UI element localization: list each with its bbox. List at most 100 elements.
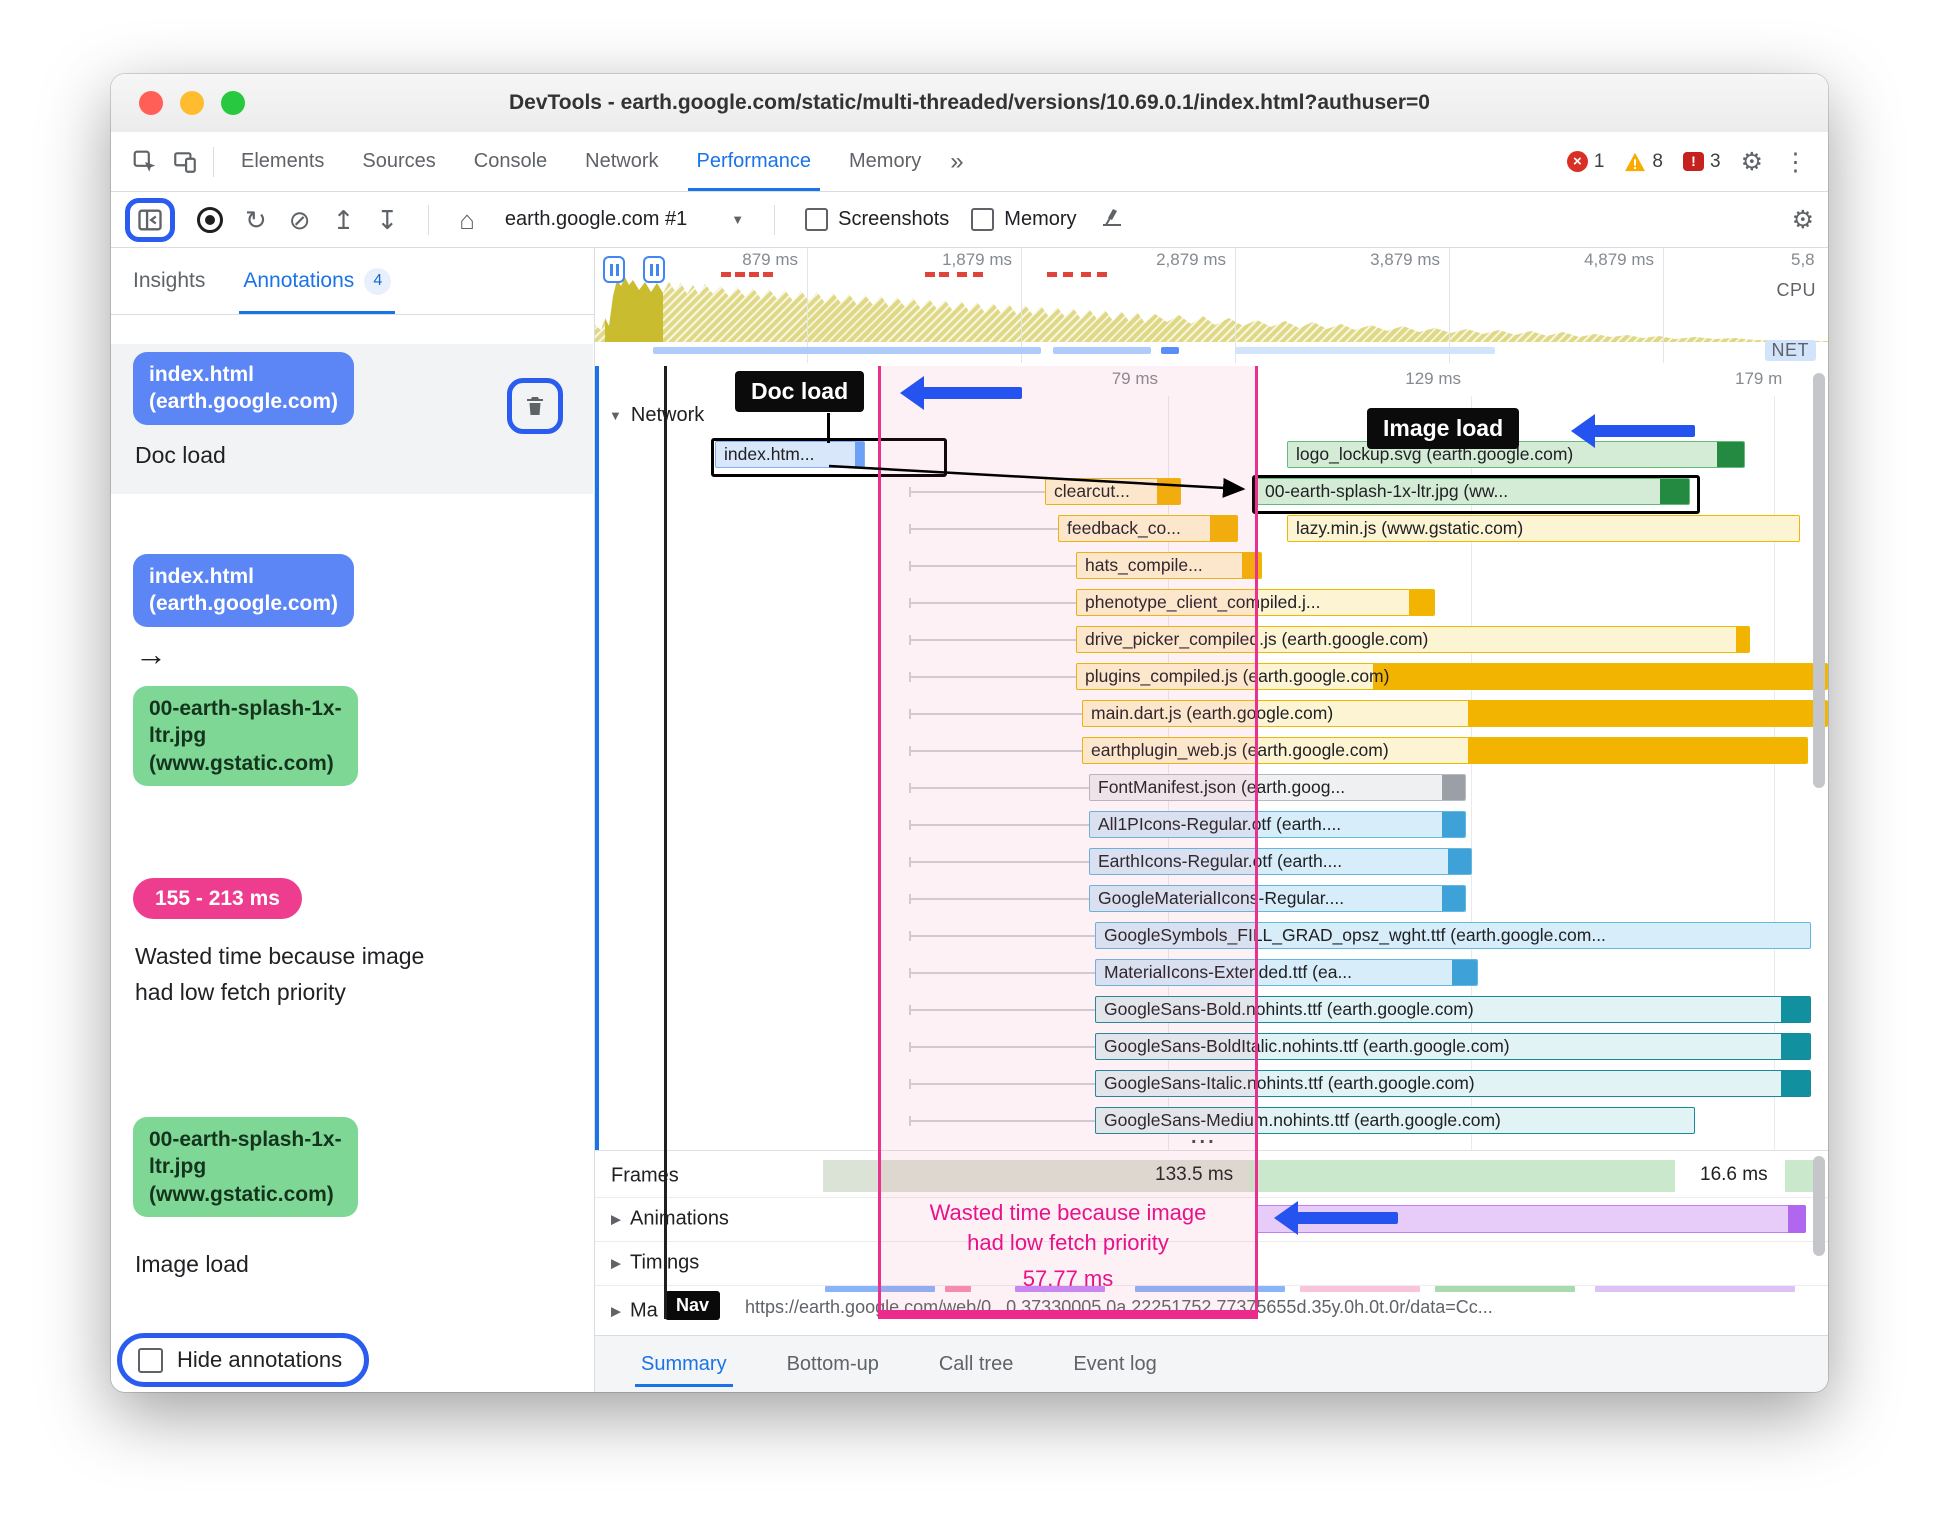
device-toolbar-icon[interactable] [165, 142, 205, 182]
main-thread-activity-chip [1435, 1286, 1575, 1292]
tracks-scrollbar[interactable] [1813, 1156, 1825, 1256]
annotation-chip-splash-image[interactable]: 00-earth-splash-1x- ltr.jpg (www.gstatic… [133, 686, 358, 786]
network-track-header[interactable]: ▼ Network [609, 404, 704, 427]
target-selector[interactable]: earth.google.com #1 ▼ [505, 208, 744, 231]
animations-track-label[interactable]: ▶ Animations [611, 1208, 729, 1231]
main-thread-track[interactable]: ▶ Ma Nav https://earth.google.com/web/0..… [595, 1285, 1828, 1337]
tab-network[interactable]: Network [566, 132, 677, 191]
tab-console[interactable]: Console [455, 132, 566, 191]
memory-checkbox[interactable] [971, 208, 995, 231]
network-request-bar[interactable]: hats_compile... [1076, 552, 1262, 579]
target-selector-value: earth.google.com #1 [504, 208, 688, 230]
tab-elements[interactable]: Elements [222, 132, 343, 191]
annotation-entry-image-load[interactable]: 00-earth-splash-1x- ltr.jpg (www.gstatic… [111, 1111, 593, 1301]
network-request-bar[interactable]: GoogleSans-Medium.nohints.ttf (earth.goo… [1095, 1107, 1695, 1134]
window-handle-left[interactable] [603, 256, 625, 283]
image-load-annotation-label[interactable]: Image load [1367, 408, 1520, 449]
screenshots-checkbox[interactable] [805, 208, 829, 231]
annotation-frame [1252, 475, 1700, 514]
network-request-bar[interactable]: clearcut... [1045, 478, 1181, 505]
tab-bottom-up[interactable]: Bottom-up [787, 1336, 879, 1392]
net-activity-bar [1053, 347, 1151, 354]
home-icon[interactable]: ⌂ [459, 207, 475, 233]
network-request-bar[interactable]: earthplugin_web.js (earth.google.com) [1082, 737, 1808, 764]
toggle-sidebar-icon[interactable] [136, 206, 164, 234]
doc-load-annotation-label[interactable]: Doc load [735, 371, 865, 412]
network-request-bar[interactable]: drive_picker_compiled.js (earth.google.c… [1076, 626, 1750, 653]
tab-annotations[interactable]: Annotations 4 [239, 248, 396, 314]
timings-track-label[interactable]: ▶ Timings [611, 1252, 699, 1275]
settings-gear-icon[interactable]: ⚙ [1741, 147, 1763, 177]
issues-badge[interactable]: ! 3 [1683, 151, 1721, 173]
animations-track[interactable]: ▶ Animations [595, 1197, 1828, 1242]
network-request-bar[interactable]: All1PIcons-Regular.otf (earth.... [1089, 811, 1466, 838]
annotation-entry-doc-load[interactable]: index.html (earth.google.com) Doc load [111, 344, 593, 494]
network-waterfall[interactable]: ▼ Network ... index.htm... logo_lockup.sv… [595, 396, 1828, 1150]
frames-track[interactable]: Frames 133.5 ms 16.6 ms [595, 1155, 1828, 1198]
timings-track[interactable]: ▶ Timings [595, 1241, 1828, 1286]
request-whisker [909, 820, 1089, 830]
capture-settings-gear-icon[interactable]: ⚙ [1792, 205, 1814, 235]
tab-sources[interactable]: Sources [343, 132, 454, 191]
devtools-tabbar: Elements Sources Console Network Perform… [111, 132, 1828, 192]
frame-bar[interactable] [1249, 1160, 1675, 1192]
screenshots-checkbox-row[interactable]: Screenshots [805, 208, 949, 231]
trash-icon[interactable] [523, 393, 547, 419]
window-handle-right[interactable] [643, 256, 665, 283]
network-request-bar[interactable]: EarthIcons-Regular.otf (earth.... [1089, 848, 1472, 875]
network-request-bar[interactable]: feedback_co... [1058, 515, 1238, 542]
kebab-menu-icon[interactable]: ⋮ [1783, 147, 1808, 177]
overview-strip[interactable]: CPU NET 879 ms 1,879 ms 2,879 ms 3,879 ms 4,… [595, 248, 1828, 364]
download-profile-icon[interactable]: ↧ [376, 207, 398, 233]
clear-icon[interactable]: ⊘ [289, 207, 311, 233]
long-task-marker [939, 272, 949, 277]
animation-bar[interactable] [1256, 1205, 1806, 1233]
network-request-bar[interactable]: phenotype_client_compiled.j... [1076, 589, 1435, 616]
inspect-element-icon[interactable] [125, 142, 165, 182]
annotation-entry-time-range[interactable]: 155 - 213 ms Wasted time because image h… [111, 872, 593, 1072]
more-tabs-icon[interactable]: » [940, 148, 973, 176]
upload-profile-icon[interactable]: ↥ [333, 207, 355, 233]
net-activity-bar [1235, 347, 1495, 354]
reload-record-icon[interactable]: ↻ [245, 207, 267, 233]
tab-memory[interactable]: Memory [830, 132, 940, 191]
hide-annotations-checkbox[interactable] [138, 1347, 163, 1373]
waterfall-scrollbar[interactable] [1813, 373, 1825, 788]
tab-insights[interactable]: Insights [133, 248, 205, 314]
main-track-label[interactable]: ▶ Ma [611, 1300, 658, 1323]
request-bar-cap [1717, 442, 1744, 467]
frame-duration: 16.6 ms [1700, 1164, 1768, 1185]
network-request-bar[interactable]: MaterialIcons-Extended.ttf (ea... [1095, 959, 1478, 986]
memory-checkbox-row[interactable]: Memory [971, 208, 1077, 231]
annotation-chip-time-range[interactable]: 155 - 213 ms [133, 878, 302, 920]
network-request-bar[interactable]: GoogleMaterialIcons-Regular.... [1089, 885, 1466, 912]
network-request-bar[interactable]: plugins_compiled.js (earth.google.com) [1076, 663, 1828, 690]
tab-performance[interactable]: Performance [678, 132, 831, 191]
show-more-requests-button[interactable]: ... [1191, 1126, 1217, 1149]
error-badge[interactable]: × 1 [1566, 151, 1604, 173]
annotation-entry-link[interactable]: index.html (earth.google.com) → 00-earth… [111, 548, 593, 808]
collect-garbage-icon[interactable] [1099, 205, 1125, 234]
request-whisker [909, 746, 1082, 756]
disclosure-triangle-icon: ▶ [611, 1211, 621, 1226]
network-request-bar[interactable]: lazy.min.js (www.gstatic.com) [1287, 515, 1800, 542]
annotation-chip-splash-image[interactable]: 00-earth-splash-1x- ltr.jpg (www.gstatic… [133, 1117, 358, 1217]
network-request-bar[interactable]: GoogleSans-BoldItalic.nohints.ttf (earth… [1095, 1033, 1811, 1060]
annotation-chip-index-html[interactable]: index.html (earth.google.com) [133, 554, 355, 627]
divider [428, 204, 430, 235]
network-request-bar[interactable]: main.dart.js (earth.google.com) [1082, 700, 1828, 727]
warning-badge[interactable]: 8 [1624, 151, 1663, 173]
record-button[interactable] [197, 206, 223, 233]
tab-event-log[interactable]: Event log [1073, 1336, 1156, 1392]
tab-summary[interactable]: Summary [635, 1336, 733, 1392]
network-request-bar[interactable]: GoogleSans-Bold.nohints.ttf (earth.googl… [1095, 996, 1811, 1023]
request-bar-cap [1157, 479, 1180, 504]
annotation-chip-index-html[interactable]: index.html (earth.google.com) [133, 352, 355, 425]
tab-call-tree[interactable]: Call tree [939, 1336, 1013, 1392]
network-request-label: GoogleSans-BoldItalic.nohints.ttf (earth… [1104, 1036, 1510, 1056]
network-request-bar[interactable]: GoogleSans-Italic.nohints.ttf (earth.goo… [1095, 1070, 1811, 1097]
request-whisker [909, 672, 1076, 682]
network-request-bar[interactable]: GoogleSymbols_FILL_GRAD_opsz_wght.ttf (e… [1095, 922, 1811, 949]
annotations-count-badge: 4 [364, 267, 392, 295]
network-request-bar[interactable]: FontManifest.json (earth.goog... [1089, 774, 1466, 801]
